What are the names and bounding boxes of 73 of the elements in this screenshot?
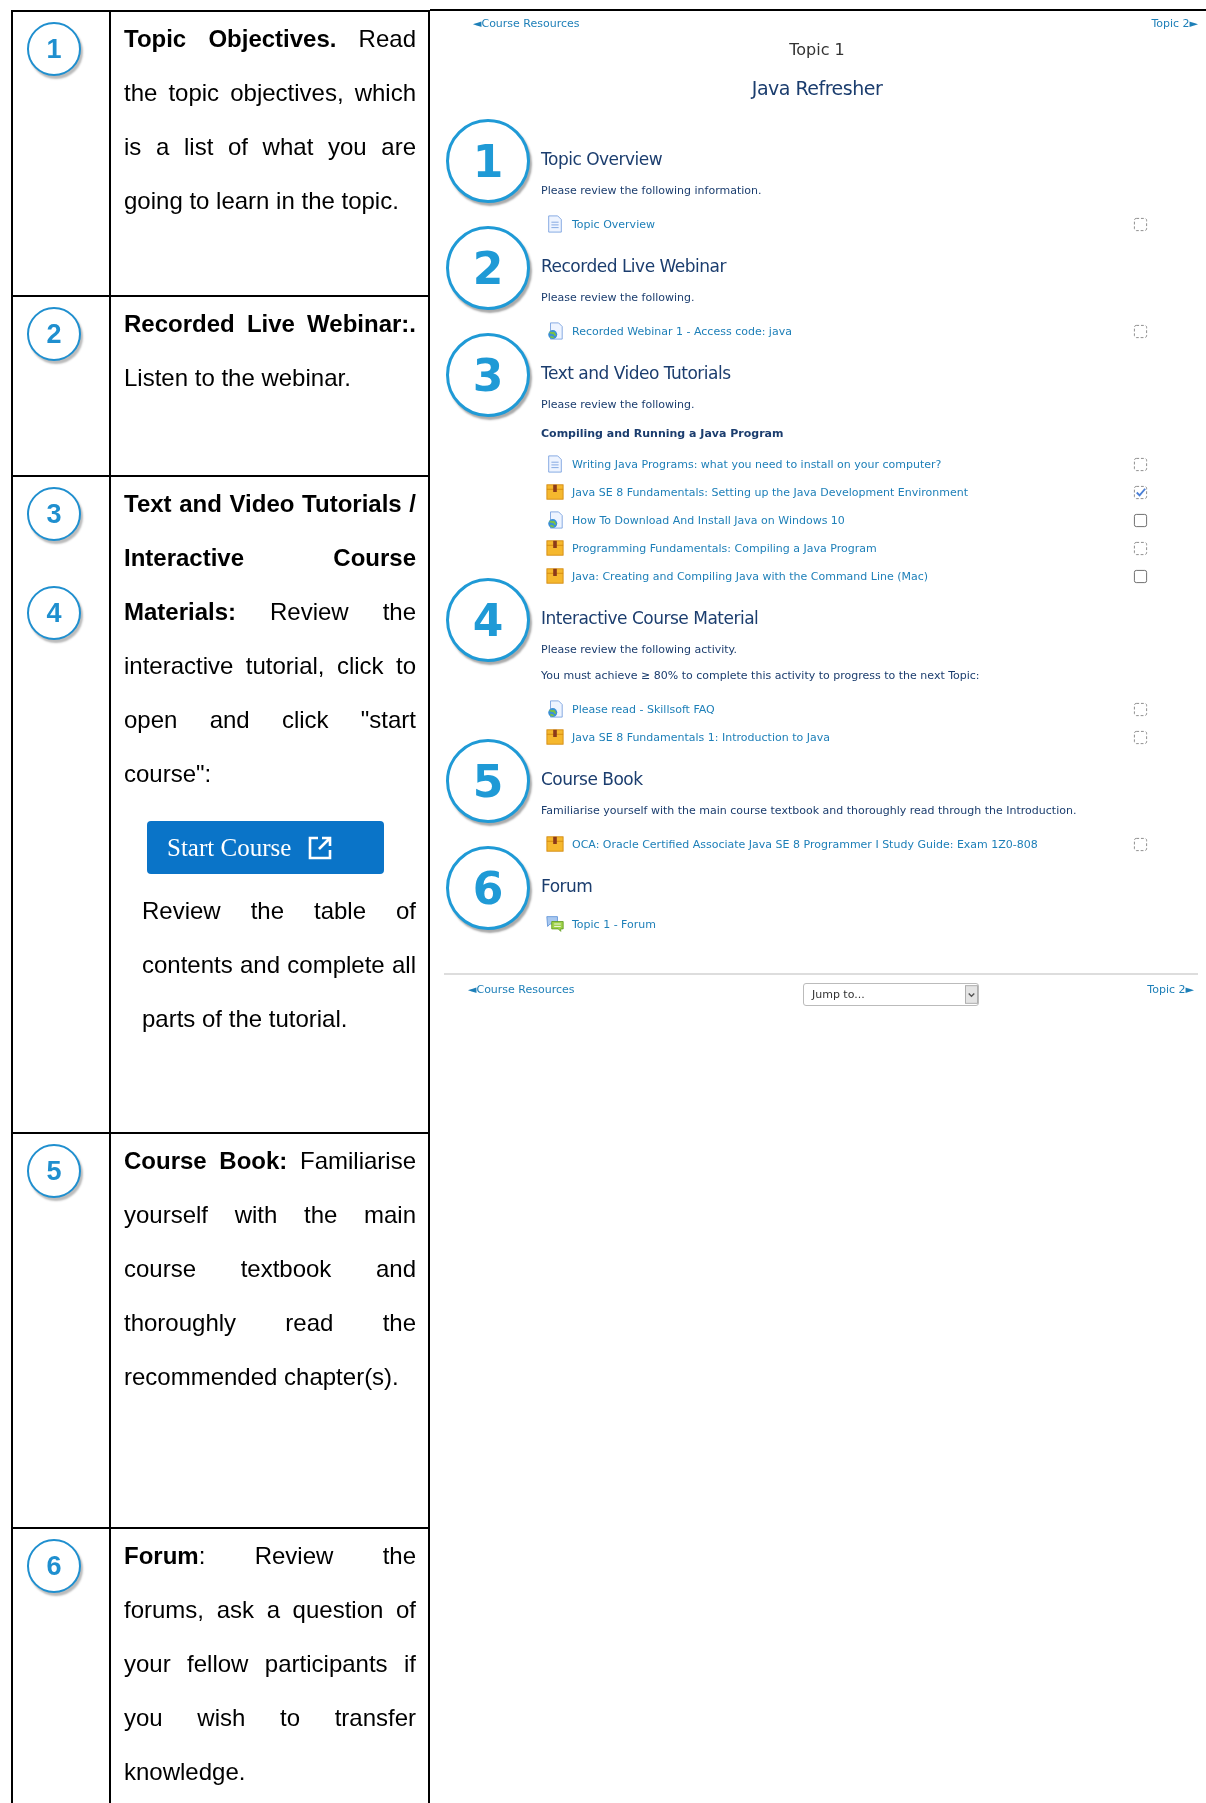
section-heading: Recorded Live Webinar: [541, 256, 726, 276]
activity-link[interactable]: Please read - Skillsoft FAQ: [572, 702, 715, 716]
activity-link[interactable]: Java SE 8 Fundamentals 1: Introduction to Java: [572, 730, 830, 744]
completion-checkbox[interactable]: [1133, 729, 1148, 745]
subsection-heading: Compiling and Running a Java Program: [541, 427, 785, 440]
section-heading: Text and Video Tutorials: [541, 363, 731, 383]
document-icon: [546, 455, 564, 473]
activity-link[interactable]: Programming Fundamentals: Compiling a Java Program: [572, 541, 877, 555]
instruction-text: Topic Objectives. Read the topic objectives, which is a list of what you are going to learn in the topic.: [124, 24, 416, 216]
completion-checkbox[interactable]: [1133, 568, 1148, 584]
number-badge: 4: [446, 578, 530, 662]
number-badge: 3: [27, 487, 81, 541]
activity-link[interactable]: Writing Java Programs: what you need to install on your computer?: [572, 457, 942, 471]
activity-link[interactable]: Topic Overview: [572, 217, 655, 231]
start-course-button[interactable]: Start Course: [147, 821, 384, 874]
number-badge: 5: [446, 739, 530, 823]
completion-checkbox[interactable]: [1133, 216, 1148, 232]
jump-to-dropdown[interactable]: Jump to...: [802, 983, 979, 1006]
completion-checkbox[interactable]: [1133, 512, 1148, 528]
completion-checkbox[interactable]: [1133, 456, 1148, 472]
section-description: Please review the following.: [541, 398, 696, 411]
section-description: Please review the following activity.: [541, 643, 739, 656]
number-badge: 4: [27, 586, 81, 640]
number-badge: 2: [446, 226, 530, 310]
number-badge: 5: [27, 1144, 81, 1198]
external-link-icon: [307, 834, 334, 861]
number-badge: 6: [27, 1539, 81, 1593]
topic-label: Topic 1: [788, 40, 846, 59]
completion-checkbox[interactable]: [1133, 540, 1148, 556]
next-section-link[interactable]: Topic 2►: [1151, 17, 1198, 30]
instruction-text: Review the table of contents and complete all parts of the tutorial.: [142, 896, 416, 1034]
topic-title: Java Refresher: [749, 77, 884, 99]
section-heading: Forum: [541, 876, 593, 896]
section-description: Please review the following.: [541, 291, 696, 304]
completion-checkbox[interactable]: [1133, 323, 1148, 339]
section-heading: Interactive Course Material: [541, 608, 759, 628]
globe-document-icon: [546, 322, 564, 340]
section-description: Please review the following information.: [541, 184, 763, 197]
activity-link[interactable]: How To Download And Install Java on Windows 10: [572, 513, 845, 527]
package-icon: [546, 728, 564, 746]
activity-link[interactable]: Java: Creating and Compiling Java with the Command Line (Mac): [572, 569, 929, 583]
package-icon: [546, 539, 564, 557]
globe-document-icon: [546, 511, 564, 529]
globe-document-icon: [546, 700, 564, 718]
section-description: You must achieve ≥ 80% to complete this activity to progress to the next Topic:: [541, 669, 981, 682]
instruction-text: Recorded Live Webinar:. Listen to the webinar.: [124, 309, 416, 393]
package-icon: [546, 567, 564, 585]
number-badge: 1: [27, 22, 81, 76]
package-icon: [546, 835, 564, 853]
activity-link[interactable]: Recorded Webinar 1 - Access code: java: [572, 324, 792, 338]
section-heading: Course Book: [541, 769, 643, 789]
completion-checkbox[interactable]: [1133, 484, 1148, 500]
instruction-text: Forum: Review the forums, ask a question of your fellow participants if you wish to transfer knowledge.: [124, 1541, 416, 1787]
number-badge: 1: [446, 119, 530, 203]
section-heading: Topic Overview: [541, 149, 663, 169]
previous-section-link[interactable]: ◄Course Resources: [473, 17, 580, 30]
activity-link[interactable]: OCA: Oracle Certified Associate Java SE 8 Programmer I Study Guide: Exam 1Z0-808: [572, 837, 1038, 851]
previous-section-link[interactable]: ◄Course Resources: [468, 983, 575, 996]
chat-bubbles-icon: [546, 915, 564, 933]
next-section-link[interactable]: Topic 2►: [1147, 983, 1194, 996]
activity-link[interactable]: Topic 1 - Forum: [572, 917, 656, 931]
instruction-text: Course Book: Familiarise yourself with the main course textbook and thoroughly read the recommended chapter(s).: [124, 1146, 416, 1392]
section-description: Familiarise yourself with the main course textbook and thoroughly read through the Introduction.: [541, 804, 1078, 817]
caret-icon: [964, 984, 978, 1005]
number-badge: 3: [446, 333, 530, 417]
instruction-text: Text and Video Tutorials / Interactive Course Materials: Review the interactive tutorial, click to open and click "start course":: [124, 489, 416, 789]
number-badge: 2: [27, 307, 81, 361]
number-badge: 6: [446, 846, 530, 930]
completion-checkbox[interactable]: [1133, 836, 1148, 852]
document-icon: [546, 215, 564, 233]
activity-link[interactable]: Java SE 8 Fundamentals: Setting up the Java Development Environment: [572, 485, 968, 499]
package-icon: [546, 483, 564, 501]
completion-checkbox[interactable]: [1133, 701, 1148, 717]
